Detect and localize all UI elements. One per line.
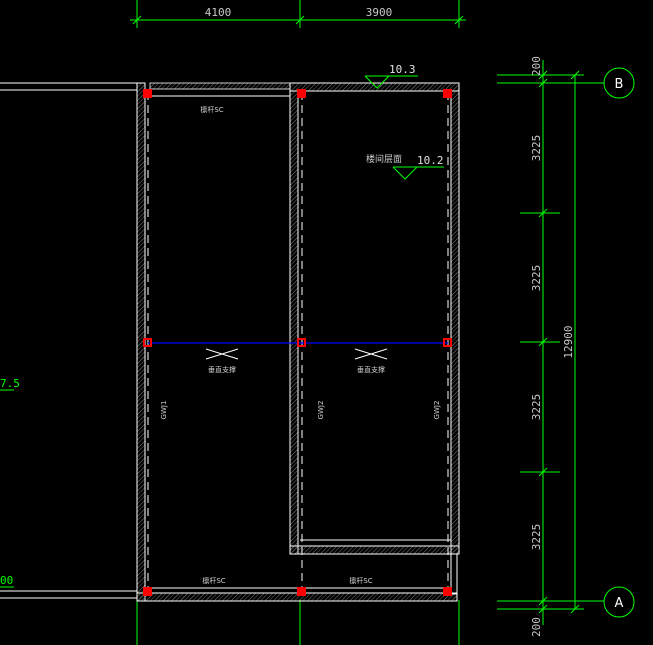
- x-brace-left: [205, 348, 239, 360]
- label-column-gwj2-mid: GWJ2: [317, 401, 325, 420]
- dim-3225-1: 3225: [530, 135, 543, 162]
- label-column-gwj2-right: GWJ2: [433, 401, 441, 420]
- label-top-beam-left: 檩杆SC: [200, 105, 223, 114]
- label-brace-right: 垂直支撑: [357, 365, 385, 374]
- axis-bubble-a[interactable]: A: [603, 586, 635, 618]
- dim-3225-3: 3225: [530, 394, 543, 421]
- label-bottom-beam-left: 檩杆SC: [202, 576, 225, 585]
- right-dimension-chain: 200 3225 3225 3225 3225 200 12900: [497, 56, 604, 637]
- dim-3225-4: 3225: [530, 524, 543, 551]
- dim-4100: 4100: [205, 6, 232, 19]
- label-column-gwj1: GWJ1: [160, 401, 168, 420]
- label-bottom-beam-right: 檩杆SC: [349, 576, 372, 585]
- label-stair-roof: 楼间层面: [366, 153, 402, 165]
- dim-12900-total: 12900: [562, 325, 575, 358]
- elevation-10-3: 10.3: [389, 63, 416, 76]
- axis-label-b: B: [615, 77, 624, 92]
- left-adjacent-wall: [0, 82, 137, 599]
- label-brace-left: 垂直支撑: [208, 365, 236, 374]
- cad-drawing-canvas[interactable]: 4100 3900 7.5 00 檩杆SC 檩杆SC 檩杆SC 垂直支撑 垂直支…: [0, 0, 653, 645]
- axis-label-a: A: [615, 596, 624, 611]
- x-brace-right: [354, 348, 388, 360]
- top-dimension-chain: 4100 3900: [130, 0, 466, 28]
- floor-plan-svg: 4100 3900 7.5 00 檩杆SC 檩杆SC 檩杆SC 垂直支撑 垂直支…: [0, 0, 635, 645]
- left-edge-text-mid: 7.5: [0, 377, 20, 390]
- dim-3225-2: 3225: [530, 265, 543, 292]
- elevation-marker-stair: 10.2 楼间层面: [366, 153, 444, 180]
- dim-3900: 3900: [366, 6, 393, 19]
- elevation-10-2: 10.2: [417, 154, 444, 167]
- axis-bubble-b[interactable]: B: [603, 67, 635, 99]
- left-edge-text-bottom: 00: [0, 574, 13, 587]
- dim-200-bottom: 200: [530, 617, 543, 637]
- dim-200-top: 200: [530, 56, 543, 76]
